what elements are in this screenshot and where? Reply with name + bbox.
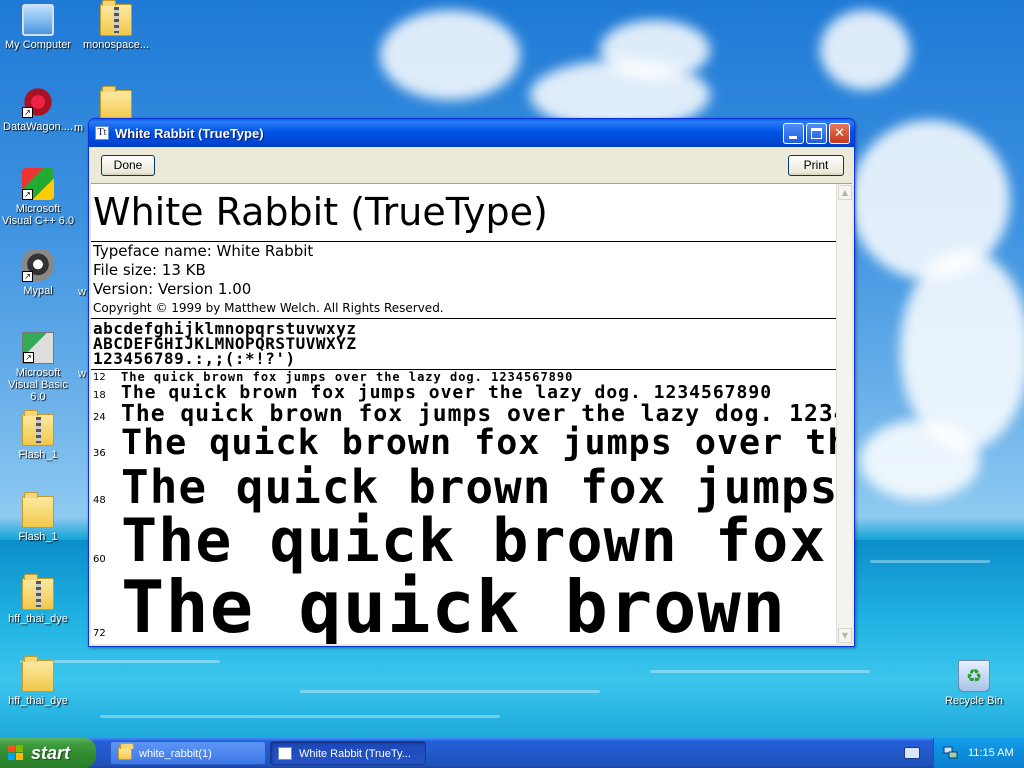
mypal-icon: ↗ [22, 250, 54, 282]
recycle-bin-icon [958, 660, 990, 692]
sample-text: The quick brown fox jumps over the lazy … [121, 423, 836, 463]
sample-size-label: 12 [93, 372, 106, 383]
task-label: white_rabbit(1) [139, 748, 212, 760]
maximize-icon [811, 128, 822, 139]
desktop-icon-my-computer[interactable]: My Computer [0, 4, 76, 51]
start-label: start [31, 743, 71, 763]
window-title: White Rabbit (TrueType) [115, 126, 264, 141]
font-preview-pane[interactable]: White Rabbit (TrueType) Typeface name: W… [91, 183, 852, 644]
start-button[interactable]: start [0, 738, 96, 768]
desktop-icon-hff-folder[interactable]: hff_thai_dye [0, 656, 76, 707]
desktop-icon-label: monospace... [82, 39, 150, 51]
wave [870, 560, 990, 563]
sample-size-label: 24 [93, 412, 106, 423]
title-bar[interactable]: Tt White Rabbit (TrueType) ✕ [89, 119, 854, 147]
taskbar-button-font-viewer[interactable]: White Rabbit (TrueTy... [270, 741, 426, 765]
visual-cpp-icon: ↗ [22, 168, 54, 200]
desktop-icon-label: DataWagon.... [3, 121, 73, 133]
task-label: White Rabbit (TrueTy... [299, 748, 411, 760]
windows-logo-icon [8, 745, 24, 761]
sample-text: The quick brown fox [121, 565, 836, 644]
desktop-icon-label: hff_thai_dye [8, 613, 68, 625]
desktop-icon-label: Recycle Bin [944, 695, 1004, 707]
folder-icon [22, 656, 54, 692]
desktop-icon-flash-zip[interactable]: Flash_1 [0, 410, 76, 461]
desktop-icon-label: My Computer [4, 39, 72, 51]
scroll-up-arrow-icon[interactable]: ▲ [838, 185, 852, 200]
visual-basic-icon: ↗ [22, 332, 54, 364]
cloud [820, 10, 910, 90]
cloud [380, 10, 520, 100]
desktop-icon-label: hff_thai_dye [8, 695, 68, 707]
font-preview-content: White Rabbit (TrueType) Typeface name: W… [91, 184, 836, 644]
datawagon-icon: ↗ [22, 86, 54, 118]
zip-folder-icon [100, 0, 132, 36]
desktop-icon-mypal[interactable]: ↗ Mypal [0, 250, 76, 297]
cloud [600, 20, 710, 80]
font-file-icon [278, 747, 292, 760]
desktop-icon-label: Microsoft Visual C++ 6.0 [2, 203, 74, 227]
system-tray: 11:15 AM [933, 738, 1024, 768]
file-size: File size: 13 KB [93, 261, 206, 279]
folder-icon [118, 743, 134, 760]
zip-folder-icon [22, 410, 54, 446]
desktop-icon-datawagon[interactable]: ↗ DataWagon.... [0, 86, 76, 133]
copyright: Copyright © 1999 by Matthew Welch. All R… [93, 301, 444, 315]
minimize-icon [789, 136, 797, 139]
font-file-icon: Tt [95, 126, 109, 140]
taskbar: start white_rabbit(1) White Rabbit (True… [0, 738, 1024, 768]
my-computer-icon [22, 4, 54, 36]
scroll-down-arrow-icon[interactable]: ▼ [838, 628, 852, 643]
close-icon: ✕ [834, 126, 845, 141]
network-icon[interactable] [943, 746, 959, 760]
desktop-icon-label: Mypal [23, 285, 53, 297]
cloud [860, 420, 980, 500]
charset-digits: 123456789.:,;(:*!?') [93, 349, 296, 368]
desktop-icon-monospace[interactable]: monospace... [78, 0, 154, 51]
keyboard-icon[interactable] [904, 747, 920, 759]
font-viewer-window: Tt White Rabbit (TrueType) ✕ Done Print … [88, 118, 855, 647]
sample-size-label: 48 [93, 495, 106, 506]
desktop-icon-visual-cpp[interactable]: ↗ Microsoft Visual C++ 6.0 [0, 168, 76, 227]
font-name-heading: White Rabbit (TrueType) [93, 190, 548, 234]
maximize-button[interactable] [806, 123, 827, 144]
folder-icon [22, 492, 54, 528]
wave [100, 715, 500, 718]
clock: 11:15 AM [968, 747, 1014, 759]
sample-size-label: 60 [93, 554, 106, 565]
toolbar: Done Print [89, 147, 854, 182]
font-version: Version: Version 1.00 [93, 280, 252, 298]
wave [650, 670, 870, 673]
vertical-scrollbar[interactable]: ▲ ▼ [836, 184, 852, 644]
wave [300, 690, 600, 693]
print-button[interactable]: Print [788, 155, 844, 176]
minimize-button[interactable] [783, 123, 804, 144]
sample-size-label: 72 [93, 628, 106, 639]
sample-size-label: 36 [93, 448, 106, 459]
zip-folder-icon [22, 574, 54, 610]
desktop-icon-visual-basic[interactable]: ↗ Microsoft Visual Basic 6.0 [0, 332, 76, 403]
desktop-icon-hff-zip[interactable]: hff_thai_dye [0, 574, 76, 625]
desktop-icon-label: Flash_1 [18, 531, 58, 543]
taskbar-button-white-rabbit-folder[interactable]: white_rabbit(1) [110, 741, 266, 765]
done-button[interactable]: Done [101, 155, 155, 176]
close-button[interactable]: ✕ [829, 123, 850, 144]
sample-size-label: 18 [93, 390, 106, 401]
typeface-name: Typeface name: White Rabbit [93, 242, 314, 260]
desktop-icon-flash-folder[interactable]: Flash_1 [0, 492, 76, 543]
desktop-icon-label: Flash_1 [18, 449, 58, 461]
desktop-icon-label: Microsoft Visual Basic 6.0 [8, 367, 68, 403]
desktop-icon-recycle-bin[interactable]: Recycle Bin [936, 660, 1012, 707]
